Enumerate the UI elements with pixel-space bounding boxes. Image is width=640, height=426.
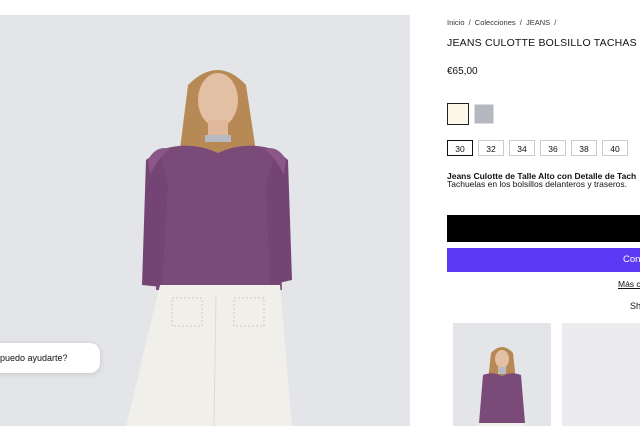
breadcrumb-collections[interactable]: Colecciones <box>475 18 516 27</box>
product-title: JEANS CULOTTE BOLSILLO TACHAS <box>447 37 637 49</box>
breadcrumb: Inicio / Colecciones / JEANS / <box>447 18 558 27</box>
size-option[interactable]: 38 <box>571 140 597 156</box>
chat-bubble-text: puedo ayudarte? <box>0 353 68 363</box>
product-detail-panel: Inicio / Colecciones / JEANS / JEANS CUL… <box>410 0 640 426</box>
buy-now-button[interactable]: Con <box>447 248 640 272</box>
size-option[interactable]: 34 <box>509 140 535 156</box>
size-option[interactable]: 36 <box>540 140 566 156</box>
size-option[interactable]: 40 <box>602 140 628 156</box>
product-thumbnail[interactable] <box>453 323 551 426</box>
more-payment-options-link[interactable]: Más c <box>618 279 640 289</box>
breadcrumb-jeans[interactable]: JEANS <box>526 18 550 27</box>
color-swatch-cream[interactable] <box>447 103 469 125</box>
product-thumbnail[interactable] <box>562 323 640 426</box>
chat-help-bubble[interactable]: puedo ayudarte? <box>0 343 100 373</box>
breadcrumb-separator: / <box>468 18 471 27</box>
thumbnail-photo <box>478 347 526 426</box>
size-option[interactable]: 32 <box>478 140 504 156</box>
product-description: Tachuelas en los bolsillos delanteros y … <box>447 179 628 189</box>
product-price: €65,00 <box>447 66 478 77</box>
breadcrumb-separator: / <box>554 18 557 27</box>
size-selector: 30 32 34 36 38 40 <box>447 140 628 156</box>
breadcrumb-home[interactable]: Inicio <box>447 18 465 27</box>
add-to-cart-button[interactable] <box>447 215 640 242</box>
size-option[interactable]: 30 <box>447 140 473 156</box>
color-swatch-grey[interactable] <box>474 104 494 124</box>
share-label[interactable]: Sh <box>630 301 640 311</box>
breadcrumb-separator: / <box>519 18 522 27</box>
